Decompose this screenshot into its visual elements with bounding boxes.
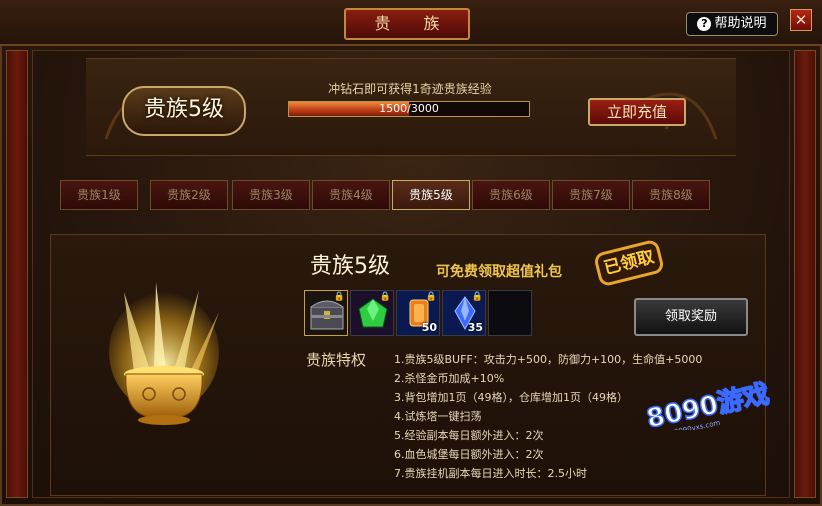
tab-level-6[interactable]: 贵族6级 xyxy=(472,180,550,210)
window-title: 贵 族 xyxy=(344,8,470,40)
claim-reward-button[interactable]: 领取奖励 xyxy=(634,298,748,336)
site-watermark-logo: 8090游戏 8090yxs.com xyxy=(643,378,772,430)
privilege-item: 1.贵族5级BUFF：攻击力+500，防御力+100，生命值+5000 xyxy=(394,353,703,366)
privilege-item: 7.贵族挂机副本每日进入时长：2.5小时 xyxy=(394,467,587,480)
item-slot-empty xyxy=(488,290,532,336)
treasure-bowl-icon xyxy=(109,282,219,425)
privilege-item: 6.血色城堡每日额外进入：2次 xyxy=(394,448,544,461)
lock-icon: 🔒 xyxy=(333,292,345,302)
tab-level-1[interactable]: 贵族1级 xyxy=(60,180,138,210)
tab-level-5[interactable]: 贵族5级 xyxy=(392,180,470,210)
reward-level-title: 贵族5级 xyxy=(310,254,390,279)
item-slot[interactable]: 🔒 xyxy=(350,290,394,336)
item-slot[interactable]: 🔒 50 xyxy=(396,290,440,336)
item-count: 35 xyxy=(467,321,483,334)
left-pillar xyxy=(6,50,28,498)
question-icon: ? xyxy=(697,17,712,31)
lock-icon: 🔒 xyxy=(471,292,483,302)
item-count: 50 xyxy=(421,321,437,334)
tab-level-7[interactable]: 贵族7级 xyxy=(552,180,630,210)
tab-level-2[interactable]: 贵族2级 xyxy=(150,180,228,210)
help-button[interactable]: ? 帮助说明 xyxy=(686,12,778,36)
lock-icon: 🔒 xyxy=(425,292,437,302)
close-button[interactable]: ✕ xyxy=(790,9,812,31)
progress-caption: 冲钻石即可获得1奇迹贵族经验 xyxy=(328,82,492,96)
gift-text: 可免费领取超值礼包 xyxy=(436,264,562,280)
progress-value: 1500/3000 xyxy=(379,102,439,115)
tab-level-8[interactable]: 贵族8级 xyxy=(632,180,710,210)
title-bar: 贵 族 ? 帮助说明 ✕ xyxy=(0,0,822,46)
level-tabs: 贵族1级 贵族2级 贵族3级 贵族4级 贵族5级 贵族6级 贵族7级 贵族8级 xyxy=(60,180,712,210)
rank-badge: 贵族5级 xyxy=(122,86,246,136)
right-pillar xyxy=(794,50,816,498)
close-icon: ✕ xyxy=(794,11,808,29)
tab-level-4[interactable]: 贵族4级 xyxy=(312,180,390,210)
tab-level-3[interactable]: 贵族3级 xyxy=(232,180,310,210)
recharge-button[interactable]: 立即充值 xyxy=(588,98,686,126)
privileges-label: 贵族特权 xyxy=(306,351,367,369)
progress-bar: 1500/3000 xyxy=(288,101,530,117)
lock-icon: 🔒 xyxy=(379,292,391,302)
reward-items: 🔒 🔒 🔒 50 🔒 35 xyxy=(304,290,532,338)
item-slot[interactable]: 🔒 35 xyxy=(442,290,486,336)
item-slot[interactable]: 🔒 xyxy=(304,290,348,336)
help-label: 帮助说明 xyxy=(714,16,767,31)
